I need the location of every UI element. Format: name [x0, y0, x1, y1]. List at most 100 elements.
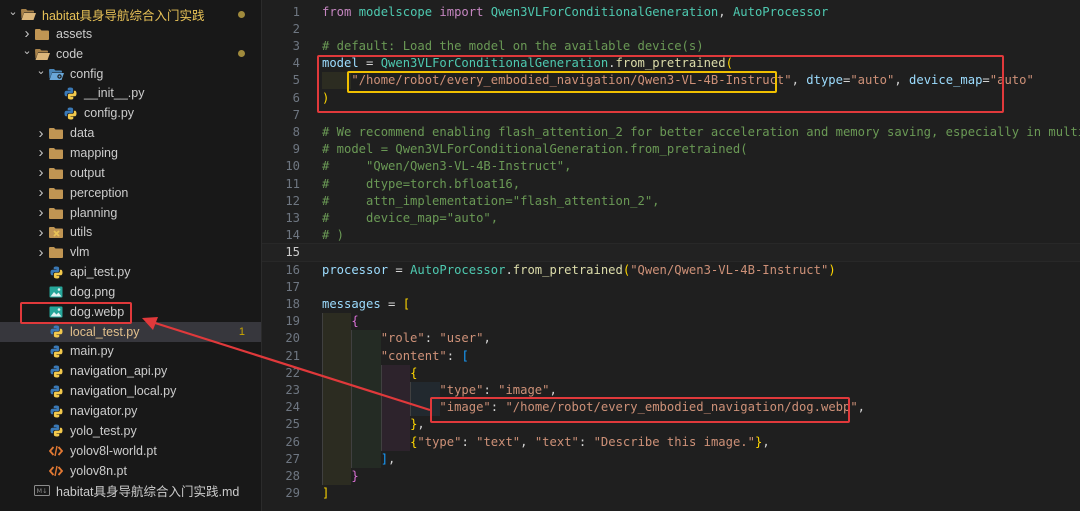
tree-item[interactable]: config.py: [0, 103, 261, 123]
line-number: 14: [285, 228, 300, 243]
tree-item[interactable]: › data: [0, 123, 261, 143]
tree-item[interactable]: navigation_api.py: [0, 361, 261, 381]
code-token: # "Qwen/Qwen3-VL-4B-Instruct",: [322, 159, 572, 174]
code-line[interactable]: 26 {"type": "text", "text": "Describe th…: [262, 434, 1080, 451]
code-line[interactable]: 25 },: [262, 416, 1080, 433]
tree-item[interactable]: ⌄ config: [0, 64, 261, 84]
tree-item[interactable]: yolov8l-world.pt: [0, 441, 261, 461]
chevron-right-icon[interactable]: ›: [34, 125, 48, 142]
tree-item[interactable]: › mapping: [0, 143, 261, 163]
code-text: {: [322, 313, 358, 330]
code-editor[interactable]: 1 from modelscope import Qwen3VLForCondit…: [262, 0, 1080, 511]
code-token: :: [578, 434, 594, 449]
chevron-down-icon[interactable]: ⌄: [6, 5, 20, 18]
code-token: ]: [380, 451, 389, 466]
code-token: :: [446, 348, 462, 363]
tree-item[interactable]: › perception: [0, 183, 261, 203]
code-line[interactable]: 12 # attn_implementation="flash_attention…: [262, 193, 1080, 210]
chevron-right-icon[interactable]: ›: [34, 224, 48, 241]
tree-item[interactable]: › vlm: [0, 242, 261, 262]
tree-item[interactable]: __init__.py: [0, 83, 261, 103]
code-line[interactable]: 8 # We recommend enabling flash_attention…: [262, 124, 1080, 141]
tree-item[interactable]: local_test.py 1: [0, 321, 261, 342]
code-token: (: [725, 56, 733, 71]
chevron-right-icon[interactable]: ›: [34, 144, 48, 161]
code-token: =: [358, 56, 381, 71]
code-line[interactable]: 21 "content": [: [262, 348, 1080, 365]
tree-item[interactable]: ⌄ code: [0, 44, 261, 64]
code-text: # ): [322, 227, 344, 244]
code-line[interactable]: 1 from modelscope import Qwen3VLForCondit…: [262, 4, 1080, 21]
code-line[interactable]: 6): [262, 90, 1080, 107]
line-number: 27: [285, 451, 300, 466]
code-line[interactable]: 15: [262, 243, 1080, 263]
code-line[interactable]: 24 "image": "/home/robot/every_embodied_…: [262, 399, 1080, 416]
line-number: 8: [292, 124, 300, 139]
line-number: 4: [292, 56, 300, 71]
tree-item[interactable]: main.py: [0, 341, 261, 361]
folder-open-icon: [34, 47, 50, 61]
code-line[interactable]: 27 ],: [262, 451, 1080, 468]
line-number: 1: [292, 4, 300, 19]
code-line[interactable]: 13 # device_map="auto",: [262, 210, 1080, 227]
code-line[interactable]: 11 # dtype=torch.bfloat16,: [262, 176, 1080, 193]
code-line[interactable]: 17: [262, 279, 1080, 296]
folder-icon: [48, 186, 64, 200]
tree-item-label: config.py: [84, 106, 135, 121]
code-text: {"type": "text", "text": "Describe this …: [322, 434, 770, 451]
tree-item[interactable]: › planning: [0, 203, 261, 223]
svg-text:M↓: M↓: [36, 487, 47, 495]
code-line[interactable]: 5 "/home/robot/every_embodied_navigation…: [262, 72, 1080, 89]
tree-item[interactable]: yolo_test.py: [0, 421, 261, 441]
code-token: ,: [417, 417, 425, 432]
code-text: # device_map="auto",: [322, 210, 498, 227]
tree-item[interactable]: M↓ habitat具身导航综合入门实践.md: [0, 480, 261, 500]
code-line[interactable]: 14 # ): [262, 227, 1080, 244]
code-line[interactable]: 28 }: [262, 468, 1080, 485]
tree-item-label: perception: [70, 185, 129, 200]
code-line[interactable]: 7: [262, 107, 1080, 124]
code-line[interactable]: 19 {: [262, 313, 1080, 330]
tree-item[interactable]: › assets: [0, 24, 261, 44]
tree-item[interactable]: navigator.py: [0, 401, 261, 421]
chevron-right-icon[interactable]: ›: [34, 164, 48, 181]
chevron-right-icon[interactable]: ›: [34, 184, 48, 201]
code-line[interactable]: 3 # default: Load the model on the availa…: [262, 38, 1080, 55]
code-line[interactable]: 20 "role": "user",: [262, 330, 1080, 347]
code-token: messages: [322, 296, 381, 311]
chevron-right-icon[interactable]: ›: [34, 244, 48, 261]
code-line[interactable]: 29]: [262, 485, 1080, 502]
code-token: AutoProcessor: [732, 4, 829, 19]
markdown-icon: M↓: [34, 483, 50, 497]
tree-item[interactable]: dog.png: [0, 282, 261, 302]
tree-item-label: planning: [70, 205, 118, 220]
code-line[interactable]: 4 model = Qwen3VLForConditionalGeneration…: [262, 55, 1080, 72]
code-token: # default: Load the model on the availab…: [322, 38, 704, 53]
code-line[interactable]: 9 # model = Qwen3VLForConditionalGenerati…: [262, 141, 1080, 158]
chevron-right-icon[interactable]: ›: [34, 204, 48, 221]
tree-item[interactable]: yolov8n.pt: [0, 461, 261, 481]
line-number: 9: [292, 142, 300, 157]
chevron-right-icon[interactable]: ›: [20, 25, 34, 42]
tree-item-label: __init__.py: [84, 86, 145, 101]
code-line[interactable]: 23 "type": "image",: [262, 382, 1080, 399]
tree-item[interactable]: ⌄ habitat具身导航综合入门实践: [0, 4, 261, 24]
chevron-down-icon[interactable]: ⌄: [34, 64, 48, 77]
code-line[interactable]: 22 {: [262, 365, 1080, 382]
tree-item[interactable]: navigation_local.py: [0, 381, 261, 401]
tree-item[interactable]: › utils: [0, 222, 261, 242]
tree-item[interactable]: › output: [0, 163, 261, 183]
python-icon: [48, 325, 64, 339]
code-line[interactable]: 18 messages = [: [262, 296, 1080, 313]
tree-item[interactable]: api_test.py: [0, 262, 261, 282]
code-token: {: [410, 365, 418, 380]
code-token: ,: [718, 4, 733, 19]
code-line[interactable]: 16 processor = AutoProcessor.from_pretrai…: [262, 262, 1080, 279]
code-line[interactable]: 10 # "Qwen/Qwen3-VL-4B-Instruct",: [262, 158, 1080, 175]
chevron-down-icon[interactable]: ⌄: [20, 44, 34, 57]
code-line[interactable]: 2: [262, 21, 1080, 38]
tree-item[interactable]: dog.webp: [0, 302, 261, 322]
tree-item-label: config: [70, 66, 104, 81]
line-number: 23: [285, 382, 300, 397]
